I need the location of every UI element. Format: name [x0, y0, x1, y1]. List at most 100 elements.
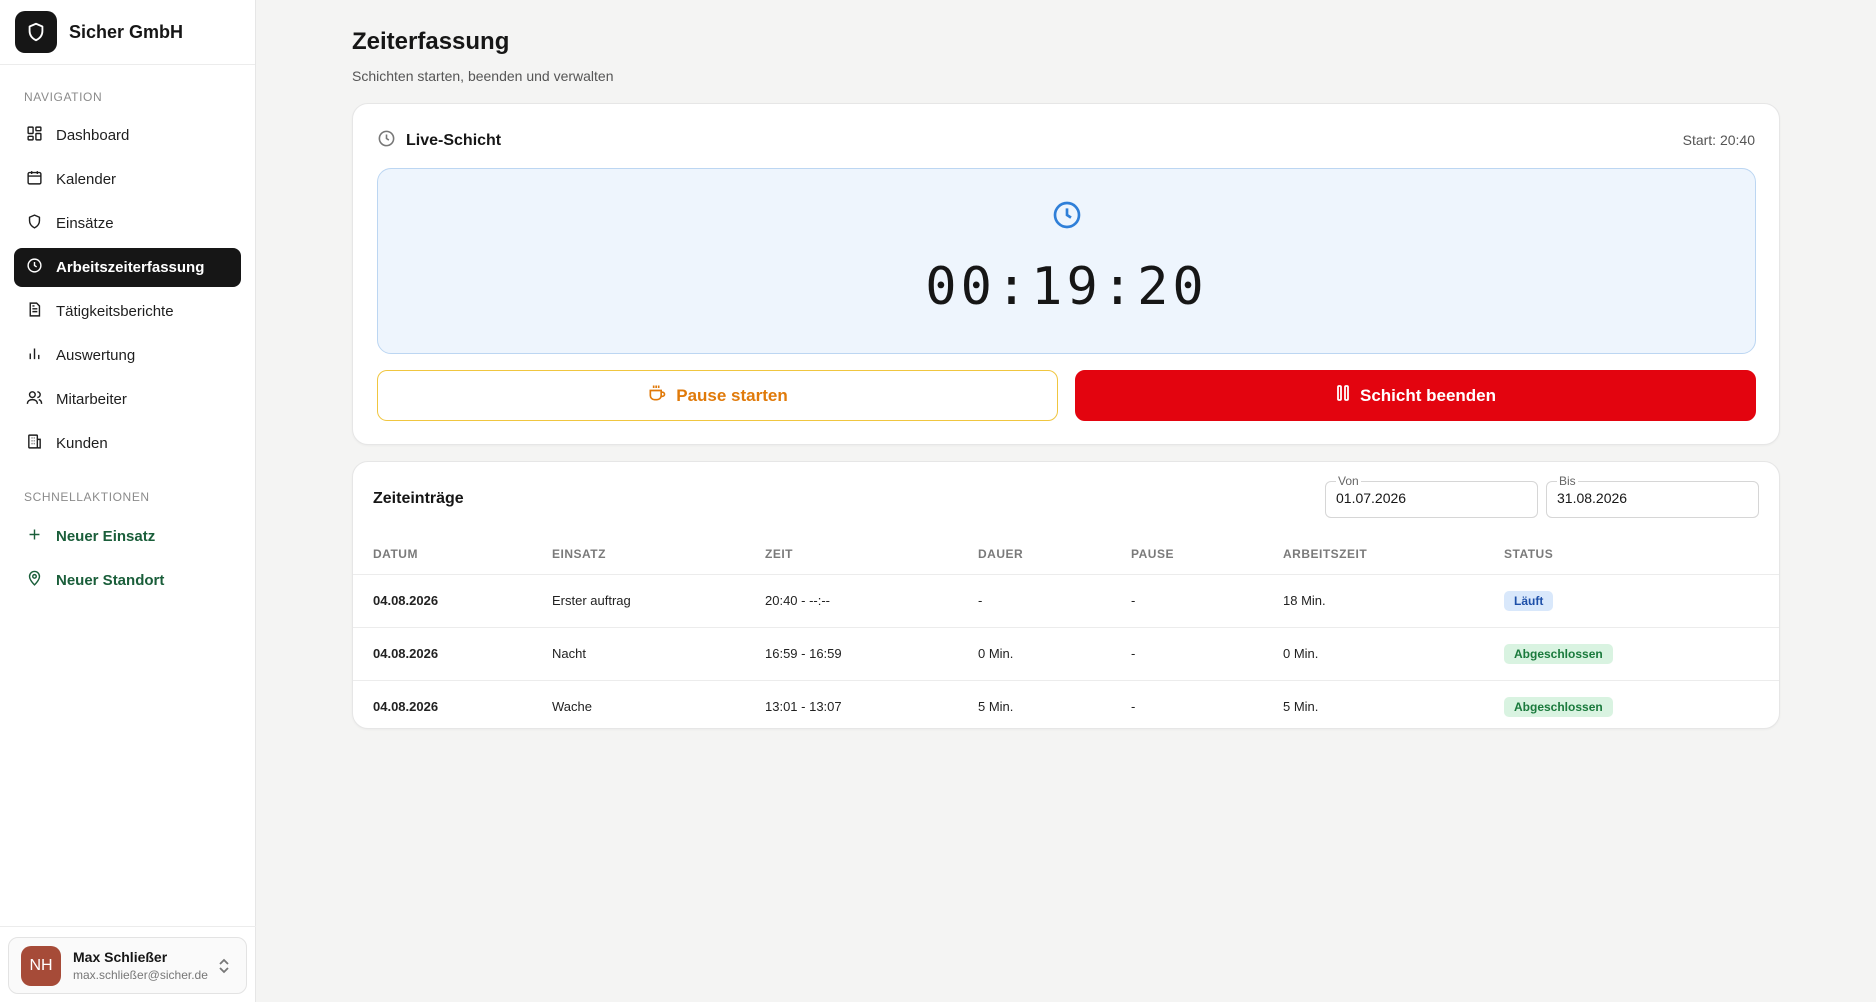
table-row[interactable]: 04.08.2026 Erster auftrag 20:40 - --:-- …: [353, 574, 1779, 628]
quick-action-label: Neuer Einsatz: [56, 528, 156, 545]
sidebar: Sicher GmbH NAVIGATION Dashboard Kalende…: [0, 0, 256, 1002]
cell-arbeitszeit: 0 Min.: [1283, 627, 1504, 681]
live-shift-title: Live-Schicht: [406, 132, 502, 149]
date-to-input[interactable]: [1557, 490, 1747, 506]
sidebar-item-auswertung[interactable]: Auswertung: [14, 336, 241, 375]
cell-dauer: -: [978, 574, 1131, 628]
date-to-field[interactable]: Bis: [1546, 474, 1759, 518]
cell-arbeitszeit: 5 Min.: [1283, 699, 1319, 715]
date-from-field[interactable]: Von: [1325, 474, 1538, 518]
brand[interactable]: Sicher GmbH: [0, 0, 255, 65]
cell-datum: 04.08.2026: [353, 574, 552, 628]
timer-value: 00:19:20: [925, 257, 1208, 317]
cell-datum: 04.08.2026: [373, 699, 439, 715]
timer-display: 00:19:20: [377, 168, 1756, 354]
sidebar-item-label: Kalender: [56, 171, 117, 188]
date-from-label: Von: [1336, 474, 1361, 488]
calendar-icon: [26, 169, 43, 190]
quick-actions: Neuer Einsatz Neuer Standort: [14, 517, 241, 605]
pause-start-label: Pause starten: [676, 385, 788, 405]
cell-zeit: 16:59 - 16:59: [765, 627, 978, 681]
user-email: max.schließer@sicher.de: [73, 968, 208, 982]
status-badge: Läuft: [1504, 590, 1554, 611]
sidebar-item-label: Auswertung: [56, 347, 136, 364]
sidebar-item-taetigkeitsberichte[interactable]: Tätigkeitsberichte: [14, 292, 241, 331]
user-name: Max Schließer: [73, 949, 168, 965]
chevron-up-down-icon: [216, 957, 232, 980]
cell-pause: -: [1131, 699, 1136, 715]
date-from-input[interactable]: [1336, 490, 1526, 506]
cell-dauer: 0 Min.: [978, 627, 1131, 681]
cell-einsatz-link[interactable]: Wache: [552, 680, 765, 728]
shift-start-time: Start: 20:40: [1682, 132, 1755, 148]
sidebar-item-dashboard[interactable]: Dashboard: [14, 116, 241, 155]
table-row[interactable]: 04.08.2026 Nacht 16:59 - 16:59 0 Min. - …: [353, 627, 1779, 681]
sidebar-item-label: Tätigkeitsberichte: [56, 303, 174, 320]
building-icon: [26, 433, 43, 454]
clock-icon: [1051, 199, 1083, 236]
entries-title: Zeiteinträge: [373, 490, 464, 507]
cell-status: Läuft: [1504, 574, 1779, 628]
quick-actions-heading: SCHNELLAKTIONEN: [24, 490, 150, 504]
sidebar-item-einsaetze[interactable]: Einsätze: [14, 204, 241, 243]
sidebar-item-label: Kunden: [56, 435, 108, 452]
end-shift-label: Schicht beenden: [1359, 385, 1497, 405]
entries-table: DATUM EINSATZ ZEIT DAUER PAUSE ARBEITSZE…: [353, 535, 1779, 728]
sidebar-item-kalender[interactable]: Kalender: [14, 160, 241, 199]
cell-einsatz-link[interactable]: Nacht: [552, 627, 765, 681]
page-title: Zeiterfassung: [352, 28, 510, 55]
sidebar-item-label: Einsätze: [56, 215, 114, 232]
dashboard-icon: [26, 125, 43, 146]
clock-icon: [26, 257, 43, 278]
sidebar-nav: Dashboard Kalender Einsätze Arbeitszeite…: [14, 116, 241, 468]
cell-zeit: 13:01 - 13:07: [765, 699, 842, 715]
end-shift-button[interactable]: Schicht beenden: [1075, 370, 1756, 421]
user-menu[interactable]: NH Max Schließer max.schließer@sicher.de: [8, 937, 247, 994]
pause-icon: [1335, 384, 1351, 407]
avatar: NH: [21, 945, 61, 986]
page-subtitle: Schichten starten, beenden und verwalten: [352, 68, 614, 84]
nav-heading: NAVIGATION: [24, 90, 103, 104]
document-icon: [26, 301, 43, 322]
sidebar-item-label: Dashboard: [56, 127, 130, 144]
cell-status: Abgeschlossen: [1504, 680, 1779, 728]
shield-icon: [26, 213, 43, 234]
column-header-arbeitszeit: ARBEITSZEIT: [1283, 535, 1504, 575]
clock-icon: [377, 129, 396, 153]
sidebar-item-arbeitszeiterfassung[interactable]: Arbeitszeiterfassung: [14, 248, 241, 287]
sidebar-item-kunden[interactable]: Kunden: [14, 424, 241, 463]
cell-arbeitszeit: 18 Min.: [1283, 574, 1504, 628]
cell-zeit: 20:40 - --:--: [765, 574, 978, 628]
new-einsatz-button[interactable]: Neuer Einsatz: [14, 517, 241, 556]
column-header-einsatz: EINSATZ: [552, 535, 765, 575]
map-pin-icon: [26, 570, 43, 591]
new-standort-button[interactable]: Neuer Standort: [14, 561, 241, 600]
quick-action-label: Neuer Standort: [56, 572, 165, 589]
brand-name: Sicher GmbH: [69, 21, 184, 42]
status-badge: Abgeschlossen: [1504, 696, 1613, 717]
status-badge: Abgeschlossen: [1504, 643, 1613, 664]
cell-pause: -: [1131, 574, 1283, 628]
coffee-icon: [647, 383, 667, 408]
date-to-label: Bis: [1557, 474, 1578, 488]
column-header-status: STATUS: [1504, 535, 1779, 575]
column-header-zeit: ZEIT: [765, 535, 978, 575]
live-shift-card: Live-Schicht Start: 20:40 00:19:20 Pause…: [352, 103, 1780, 445]
pause-start-button[interactable]: Pause starten: [377, 370, 1058, 421]
cell-dauer: 5 Min.: [978, 699, 1014, 715]
table-row[interactable]: 04.08.2026 Wache 13:01 - 13:07 5 Min. - …: [353, 680, 1779, 728]
cell-pause: -: [1131, 627, 1283, 681]
cell-status: Abgeschlossen: [1504, 627, 1779, 681]
time-entries-card: Zeiteinträge Von Bis DATUM EINSATZ ZEIT …: [352, 461, 1780, 729]
column-header-pause: PAUSE: [1131, 535, 1283, 575]
users-icon: [26, 389, 43, 410]
column-header-dauer: DAUER: [978, 535, 1131, 575]
bar-chart-icon: [26, 345, 43, 366]
shield-icon: [15, 11, 57, 53]
cell-einsatz-link[interactable]: Erster auftrag: [552, 574, 765, 628]
divider: [0, 926, 256, 927]
column-header-datum: DATUM: [353, 535, 552, 575]
cell-datum: 04.08.2026: [353, 627, 552, 681]
sidebar-item-label: Mitarbeiter: [56, 391, 127, 408]
sidebar-item-mitarbeiter[interactable]: Mitarbeiter: [14, 380, 241, 419]
